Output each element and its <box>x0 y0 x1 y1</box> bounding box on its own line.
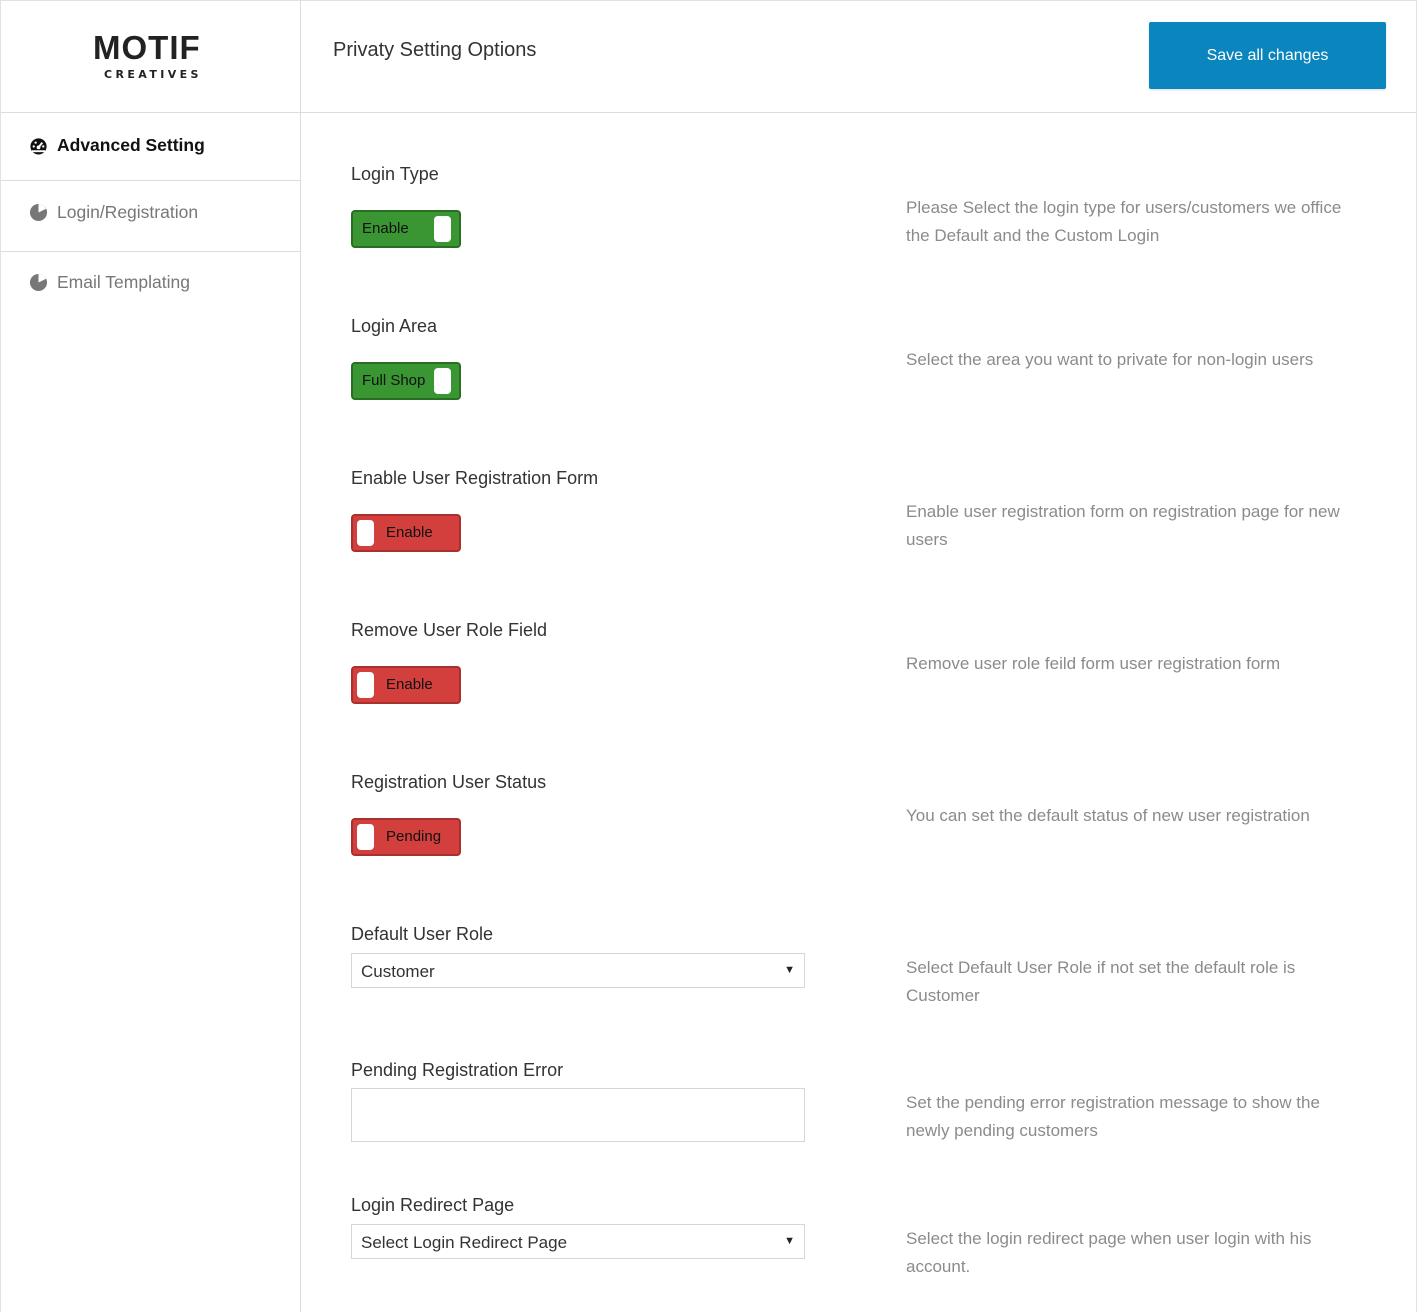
default-user-role-label: Default User Role <box>351 924 494 944</box>
logo-text: MOTIF <box>93 29 201 66</box>
login-redirect-page-select[interactable]: Select Login Redirect Page ▼ <box>351 1224 805 1259</box>
sidebar-item-label: Login/Registration <box>57 202 199 222</box>
sidebar: MOTIF CREATIVES Advanced Setting Login/R… <box>1 1 301 1312</box>
pie-chart-icon <box>29 203 48 222</box>
dropdown-arrow-icon: ▼ <box>784 964 795 976</box>
toggle-knob <box>357 672 374 698</box>
registration-user-status-label: Registration User Status <box>351 772 547 792</box>
default-user-role-select[interactable]: Customer ▼ <box>351 953 805 988</box>
login-type-label: Login Type <box>351 164 439 184</box>
select-value: Select Login Redirect Page <box>361 1233 568 1252</box>
toggle-label: Pending <box>386 828 442 845</box>
login-type-description: Please Select the login type for users/c… <box>906 198 1342 245</box>
remove-user-role-description: Remove user role feild form user registr… <box>906 654 1281 673</box>
dashboard-icon <box>30 138 47 155</box>
toggle-knob <box>357 520 374 546</box>
page-title: Privaty Setting Options <box>333 39 537 61</box>
pending-registration-error-textarea[interactable] <box>351 1088 805 1142</box>
remove-user-role-toggle[interactable]: Enable <box>351 666 461 704</box>
login-area-label: Login Area <box>351 316 438 336</box>
login-area-description: Select the area you want to private for … <box>906 350 1314 369</box>
logo-subtext: CREATIVES <box>104 68 202 81</box>
user-registration-form-description: Enable user registration form on registr… <box>906 502 1340 549</box>
login-area-toggle[interactable]: Full Shop <box>351 362 461 400</box>
remove-user-role-label: Remove User Role Field <box>351 620 548 640</box>
toggle-knob <box>434 216 451 242</box>
toggle-label: Full Shop <box>362 372 426 389</box>
pie-chart-icon <box>29 273 48 292</box>
toggle-label: Enable <box>386 524 433 541</box>
sidebar-item-advanced-setting[interactable]: Advanced Setting <box>1 113 300 181</box>
default-user-role-description: Select Default User Role if not set the … <box>906 958 1296 1005</box>
toggle-knob <box>434 368 451 394</box>
sidebar-item-email-templating[interactable]: Email Templating <box>1 252 300 322</box>
login-redirect-page-label: Login Redirect Page <box>351 1195 515 1215</box>
select-value: Customer <box>361 962 435 981</box>
sidebar-item-label: Advanced Setting <box>57 135 205 155</box>
brand-logo: MOTIF CREATIVES <box>1 1 300 113</box>
sidebar-item-label: Email Templating <box>57 272 190 292</box>
dropdown-arrow-icon: ▼ <box>784 1235 795 1247</box>
toggle-label: Enable <box>386 676 433 693</box>
page-header: Privaty Setting Options Save all changes <box>301 1 1416 113</box>
registration-user-status-description: You can set the default status of new us… <box>906 806 1310 825</box>
login-redirect-page-description: Select the login redirect page when user… <box>906 1229 1312 1276</box>
toggle-knob <box>357 824 374 850</box>
toggle-label: Enable <box>362 220 409 237</box>
user-registration-form-label: Enable User Registration Form <box>351 468 599 488</box>
save-all-changes-button[interactable]: Save all changes <box>1149 22 1386 89</box>
pending-registration-error-label: Pending Registration Error <box>351 1060 564 1080</box>
pending-registration-error-description: Set the pending error registration messa… <box>906 1093 1320 1140</box>
user-registration-form-toggle[interactable]: Enable <box>351 514 461 552</box>
sidebar-item-login-registration[interactable]: Login/Registration <box>1 181 300 252</box>
registration-user-status-toggle[interactable]: Pending <box>351 818 461 856</box>
login-type-toggle[interactable]: Enable <box>351 210 461 248</box>
